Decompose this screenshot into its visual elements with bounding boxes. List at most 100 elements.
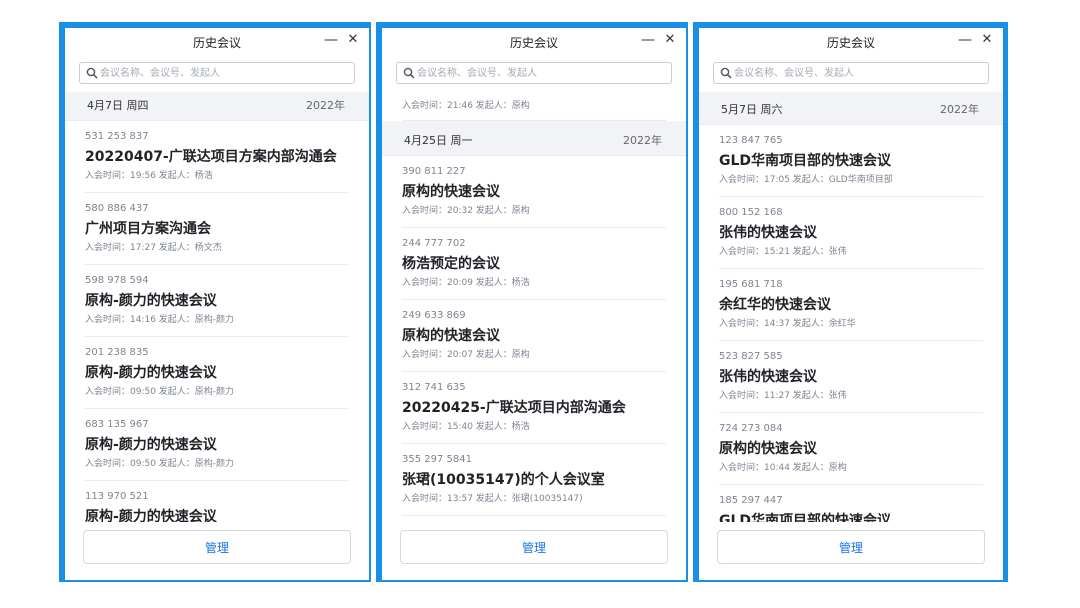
meeting-item[interactable]: 312 741 635 20220425-广联达项目内部沟通会 入会时间：15:…: [402, 372, 666, 444]
meeting-name: 20220425-广联达项目内部沟通会: [402, 400, 626, 416]
meeting-id: 580 886 437: [85, 203, 149, 214]
meeting-item-partial[interactable]: 入会时间：21:46 发起人：原构: [402, 92, 666, 121]
meeting-id: 683 135 967: [85, 419, 149, 430]
meeting-meta: 入会时间：09:50 发起人：原构-颜力: [85, 387, 235, 397]
history-meetings-window-1: 历史会议 — ✕ 4月7日 周四 2022年 531 253 837 20220…: [65, 28, 369, 580]
manage-button[interactable]: 管理: [83, 530, 351, 564]
meeting-item[interactable]: 390 811 227 原构的快速会议 入会时间：20:32 发起人：原构: [402, 156, 666, 228]
meeting-id: 523 827 585: [719, 351, 783, 362]
group-date: 4月7日 周四: [87, 99, 149, 112]
meeting-id: 312 741 635: [402, 382, 466, 393]
meeting-id: 123 847 765: [719, 135, 783, 146]
meeting-item[interactable]: 800 152 168 张伟的快速会议 入会时间：15:21 发起人：张伟: [719, 197, 983, 269]
meeting-name: 20220407-广联达项目方案内部沟通会: [85, 149, 337, 165]
meeting-meta: 入会时间：14:16 发起人：原构-颜力: [85, 315, 235, 325]
meeting-meta: 入会时间：17:27 发起人：杨文杰: [85, 243, 222, 253]
meeting-id: 249 633 869: [402, 310, 466, 321]
meeting-name: 原构-颜力的快速会议: [85, 509, 217, 522]
meeting-id: 598 978 594: [85, 275, 149, 286]
close-button[interactable]: ✕: [343, 31, 363, 49]
meeting-meta: 入会时间：11:27 发起人：张伟: [719, 391, 847, 401]
meeting-item[interactable]: 598 978 594 原构-颜力的快速会议 入会时间：14:16 发起人：原构…: [85, 265, 349, 337]
meeting-item[interactable]: 683 135 967 原构-颜力的快速会议 入会时间：09:50 发起人：原构…: [85, 409, 349, 481]
meeting-item[interactable]: 523 827 585 张伟的快速会议 入会时间：11:27 发起人：张伟: [719, 341, 983, 413]
meeting-item[interactable]: 123 847 765 GLD华南项目部的快速会议 入会时间：17:05 发起人…: [719, 125, 983, 197]
meeting-name: 余红华的快速会议: [719, 297, 831, 313]
footer: 管理: [699, 522, 1003, 580]
group-year: 2022年: [306, 99, 345, 112]
meeting-id: 185 297 447: [719, 495, 783, 506]
meeting-item[interactable]: 201 238 835 原构-颜力的快速会议 入会时间：09:50 发起人：原构…: [85, 337, 349, 409]
meeting-meta: 入会时间：15:21 发起人：张伟: [719, 247, 847, 257]
minimize-button[interactable]: —: [638, 31, 658, 49]
search-input[interactable]: [734, 63, 984, 83]
meeting-name: 张珺(10035147)的个人会议室: [402, 472, 605, 488]
meeting-name: 原构-颜力的快速会议: [85, 437, 217, 453]
meeting-meta: 入会时间：19:56 发起人：杨浩: [85, 171, 213, 181]
meeting-item[interactable]: 185 297 447 GLD华南项目部的快速会议: [719, 485, 983, 522]
meeting-id: 390 811 227: [402, 166, 466, 177]
history-meetings-window-2: 历史会议 — ✕ 入会时间：21:46 发起人：原构 4月25日 周一 2022…: [382, 28, 686, 580]
meeting-meta: 入会时间：15:40 发起人：杨浩: [402, 422, 530, 432]
meeting-name: 原构-颜力的快速会议: [85, 293, 217, 309]
title-bar: 历史会议 — ✕: [699, 28, 1003, 54]
footer: 管理: [382, 522, 686, 580]
minimize-button[interactable]: —: [321, 31, 341, 49]
meeting-item[interactable]: 724 273 084 原构的快速会议 入会时间：10:44 发起人：原构: [719, 413, 983, 485]
minimize-button[interactable]: —: [955, 31, 975, 49]
meeting-meta: 入会时间：20:32 发起人：原构: [402, 206, 530, 216]
search-icon: [86, 67, 98, 79]
meeting-item[interactable]: 531 253 837 20220407-广联达项目方案内部沟通会 入会时间：1…: [85, 121, 349, 193]
meeting-list[interactable]: 入会时间：21:46 发起人：原构 4月25日 周一 2022年 390 811…: [382, 92, 686, 522]
meeting-name: 原构的快速会议: [719, 441, 817, 457]
meeting-item[interactable]: 249 633 869 原构的快速会议 入会时间：20:07 发起人：原构: [402, 300, 666, 372]
meeting-name: GLD华南项目部的快速会议: [719, 513, 892, 522]
meeting-item[interactable]: 244 777 702 杨浩预定的会议 入会时间：20:09 发起人：杨浩: [402, 228, 666, 300]
meeting-meta: 入会时间：17:05 发起人：GLD华南项目部: [719, 175, 893, 185]
title-bar: 历史会议 — ✕: [382, 28, 686, 54]
meeting-id: 113 970 521: [85, 491, 149, 502]
meeting-meta: 入会时间：20:09 发起人：杨浩: [402, 278, 530, 288]
meeting-name: 原构的快速会议: [402, 328, 500, 344]
search-box[interactable]: [396, 62, 672, 84]
meeting-meta: 入会时间：14:37 发起人：余红华: [719, 319, 856, 329]
meeting-name: GLD华南项目部的快速会议: [719, 153, 892, 169]
meeting-id: 244 777 702: [402, 238, 466, 249]
meeting-name: 原构的快速会议: [402, 184, 500, 200]
meeting-item[interactable]: 195 681 718 余红华的快速会议 入会时间：14:37 发起人：余红华: [719, 269, 983, 341]
meeting-item[interactable]: 580 886 437 广州项目方案沟通会 入会时间：17:27 发起人：杨文杰: [85, 193, 349, 265]
close-button[interactable]: ✕: [977, 31, 997, 49]
group-date: 5月7日 周六: [721, 103, 783, 116]
meeting-list[interactable]: 4月7日 周四 2022年 531 253 837 20220407-广联达项目…: [65, 92, 369, 522]
meeting-id: 201 238 835: [85, 347, 149, 358]
search-icon: [403, 67, 415, 79]
search-box[interactable]: [79, 62, 355, 84]
date-group-header: 4月7日 周四 2022年: [65, 92, 369, 121]
meeting-list[interactable]: 5月7日 周六 2022年 123 847 765 GLD华南项目部的快速会议 …: [699, 92, 1003, 522]
close-button[interactable]: ✕: [660, 31, 680, 49]
title-bar: 历史会议 — ✕: [65, 28, 369, 54]
search-box[interactable]: [713, 62, 989, 84]
meeting-name: 广州项目方案沟通会: [85, 221, 211, 237]
meeting-name: 张伟的快速会议: [719, 369, 817, 385]
meeting-name: 原构-颜力的快速会议: [85, 365, 217, 381]
meeting-name: 张伟的快速会议: [719, 225, 817, 241]
meeting-id: 800 152 168: [719, 207, 783, 218]
manage-button[interactable]: 管理: [717, 530, 985, 564]
meeting-meta: 入会时间：20:07 发起人：原构: [402, 350, 530, 360]
date-group-header: 5月7日 周六 2022年: [699, 92, 1003, 125]
meeting-id: 355 297 5841: [402, 454, 472, 465]
search-icon: [720, 67, 732, 79]
meeting-meta: 入会时间：10:44 发起人：原构: [719, 463, 847, 473]
search-input[interactable]: [100, 63, 350, 83]
group-year: 2022年: [940, 103, 979, 116]
meeting-name: 杨浩预定的会议: [402, 256, 500, 272]
footer: 管理: [65, 522, 369, 580]
manage-button[interactable]: 管理: [400, 530, 668, 564]
meeting-id: 531 253 837: [85, 131, 149, 142]
meeting-item[interactable]: 113 970 521 原构-颜力的快速会议: [85, 481, 349, 522]
search-input[interactable]: [417, 63, 667, 83]
date-group-header: 4月25日 周一 2022年: [382, 121, 686, 156]
meeting-item[interactable]: 355 297 5841 张珺(10035147)的个人会议室 入会时间：13:…: [402, 444, 666, 516]
group-year: 2022年: [623, 134, 662, 147]
